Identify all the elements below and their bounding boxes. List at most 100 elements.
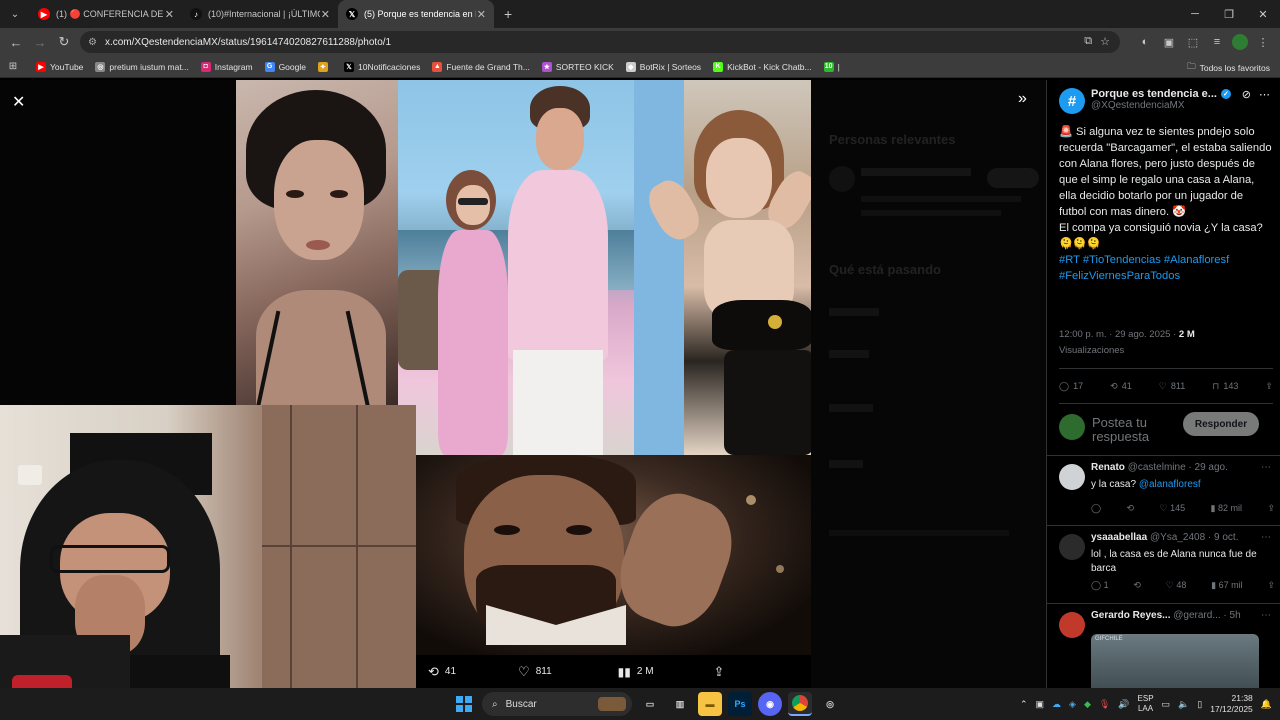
notification-bell-icon[interactable]: 🔔 bbox=[1261, 699, 1272, 710]
author-handle[interactable]: @XQestendenciaMX bbox=[1091, 100, 1231, 111]
menu-kebab-icon[interactable]: ⋮ bbox=[1254, 36, 1272, 49]
more-options-icon[interactable]: ⋯ bbox=[1261, 610, 1271, 621]
extensions-puzzle-icon[interactable]: ⬚ bbox=[1184, 36, 1202, 49]
clock[interactable]: 21:38 17/12/2025 bbox=[1210, 693, 1253, 715]
back-icon[interactable]: ← bbox=[4, 35, 28, 50]
more-options-icon[interactable]: ⋯ bbox=[1259, 88, 1270, 101]
reply-gif[interactable]: GIFCHILE bbox=[1091, 634, 1259, 688]
apps-grid-icon[interactable]: ⊞ bbox=[2, 61, 24, 72]
reload-icon[interactable]: ↻ bbox=[52, 34, 76, 50]
windows-start-icon[interactable] bbox=[452, 692, 476, 716]
reply-count-button[interactable]: ◯ 1 bbox=[1091, 580, 1109, 591]
like-button[interactable]: ♡ 811 bbox=[518, 664, 552, 680]
reply-count-button[interactable]: ◯ 17 bbox=[1059, 381, 1083, 392]
close-tab-icon[interactable]: ✕ bbox=[321, 8, 330, 21]
author-avatar[interactable]: # bbox=[1059, 88, 1085, 114]
volume-icon[interactable]: 🔊 bbox=[1118, 699, 1129, 710]
file-explorer-icon[interactable]: ▬ bbox=[698, 692, 722, 716]
chevron-up-icon[interactable]: ⌃ bbox=[1020, 699, 1028, 710]
avatar[interactable] bbox=[1059, 464, 1085, 490]
repost-count-button[interactable]: ⟲ 41 bbox=[1110, 381, 1132, 392]
bookmark-item[interactable]: ◎ pretium iustum mat... bbox=[95, 61, 189, 72]
repost-icon[interactable]: ⟲ bbox=[1127, 503, 1135, 514]
volume-icon[interactable]: 🔈 bbox=[1178, 699, 1189, 710]
discord-icon[interactable]: ◉ bbox=[758, 692, 782, 716]
bookmark-item[interactable]: G Google bbox=[264, 61, 306, 72]
forward-icon[interactable]: → bbox=[28, 35, 52, 50]
collapse-panel-icon[interactable]: » bbox=[1018, 90, 1027, 108]
like-count-button[interactable]: ♡ 48 bbox=[1166, 580, 1187, 591]
extension-icon[interactable]: ▣ bbox=[1160, 36, 1178, 49]
tab-tiktok[interactable]: ♪ (10)#Internacional | ¡ÚLTIMO M ✕ bbox=[182, 0, 338, 28]
tray-app-icon[interactable]: ◆ bbox=[1084, 699, 1091, 710]
more-options-icon[interactable]: ⋯ bbox=[1261, 462, 1271, 473]
reply-item[interactable]: ysaaabellaa @Ysa_2408 · 9 oct. ⋯ lol , l… bbox=[1047, 526, 1280, 604]
extension-icon[interactable]: ◐ bbox=[1136, 36, 1154, 48]
bookmark-item[interactable]: K KickBot - Kick Chatb... bbox=[713, 61, 812, 72]
like-count-button[interactable]: ♡ 811 bbox=[1159, 381, 1185, 392]
taskbar-search[interactable]: ⌕ Buscar bbox=[482, 692, 632, 716]
address-bar[interactable]: ⚙ x.com/XQestendenciaMX/status/196147402… bbox=[80, 31, 1120, 53]
widget-icon[interactable]: ▥ bbox=[668, 692, 692, 716]
close-tab-icon[interactable]: ✕ bbox=[165, 8, 174, 21]
reply-icon[interactable]: ◯ bbox=[1091, 503, 1101, 514]
views-button[interactable]: ▮▮ 2 M bbox=[618, 665, 654, 679]
like-count-button[interactable]: ♡ 145 bbox=[1160, 503, 1186, 514]
reply-item[interactable]: Gerardo Reyes... @gerard... · 5h ⋯ GIFCH… bbox=[1047, 604, 1280, 688]
bookmark-star-icon[interactable]: ☆ bbox=[1100, 35, 1110, 48]
minimize-icon[interactable]: ─ bbox=[1178, 0, 1212, 28]
bookmark-item[interactable]: ▲ Fuente de Grand Th... bbox=[432, 61, 530, 72]
new-tab-button[interactable]: + bbox=[504, 6, 512, 22]
obs-icon[interactable]: ◎ bbox=[818, 692, 842, 716]
site-info-icon[interactable]: ⚙ bbox=[88, 37, 97, 48]
close-photo-icon[interactable]: ✕ bbox=[12, 92, 25, 112]
install-app-icon[interactable]: ⧉ bbox=[1084, 35, 1092, 48]
microphone-icon[interactable]: 🎙 bbox=[1099, 699, 1110, 710]
all-bookmarks[interactable]: 🗀 Todos los favoritos bbox=[1187, 61, 1270, 75]
bookmark-item[interactable]: ✦ bbox=[317, 61, 332, 72]
battery-icon[interactable]: ▯ bbox=[1197, 699, 1202, 710]
restore-icon[interactable]: ❐ bbox=[1212, 0, 1246, 28]
share-button[interactable]: ⇪ bbox=[714, 664, 725, 680]
more-options-icon[interactable]: ⋯ bbox=[1261, 532, 1271, 543]
reply-item[interactable]: Renato @castelmine · 29 ago. ⋯ y la casa… bbox=[1047, 456, 1280, 526]
reading-list-icon[interactable]: ≡ bbox=[1208, 36, 1226, 48]
avatar[interactable] bbox=[1059, 534, 1085, 560]
grok-icon[interactable]: ⊘ bbox=[1242, 88, 1251, 101]
close-window-icon[interactable]: ✕ bbox=[1246, 0, 1280, 28]
share-icon[interactable]: ⇪ bbox=[1267, 580, 1275, 591]
network-icon[interactable]: ▭ bbox=[1162, 699, 1171, 710]
bookmark-item[interactable]: 10 | bbox=[823, 61, 840, 72]
share-button[interactable]: ⇪ bbox=[1265, 381, 1273, 392]
photoshop-icon[interactable]: Ps bbox=[728, 692, 752, 716]
author-name[interactable]: Porque es tendencia e... bbox=[1091, 88, 1217, 100]
views-count[interactable]: ▮ 67 mil bbox=[1211, 580, 1242, 591]
views-count[interactable]: ▮ 82 mil bbox=[1211, 503, 1242, 514]
bookmark-item[interactable]: ▶ YouTube bbox=[36, 61, 83, 72]
avatar[interactable] bbox=[1059, 612, 1085, 638]
chrome-icon[interactable] bbox=[788, 692, 812, 716]
close-tab-icon[interactable]: ✕ bbox=[477, 8, 486, 21]
tweet-author[interactable]: # Porque es tendencia e... ✓ @XQestendenc… bbox=[1059, 88, 1231, 114]
tray-app-icon[interactable]: ☁ bbox=[1052, 699, 1061, 710]
reply-input[interactable]: Postea tu respuesta bbox=[1092, 416, 1172, 444]
repost-button[interactable]: ⟲ 41 bbox=[428, 664, 456, 680]
share-icon[interactable]: ⇪ bbox=[1267, 503, 1275, 514]
bookmark-item[interactable]: ★ SORTEO KICK bbox=[541, 61, 614, 72]
hashtags[interactable]: #RT #TioTendencias #Alanafloresf #FelizV… bbox=[1059, 252, 1273, 284]
bookmark-item[interactable]: 𝕏 10Notificaciones bbox=[343, 61, 420, 72]
profile-avatar[interactable] bbox=[1232, 34, 1248, 50]
tab-youtube[interactable]: ▶ (1) 🔴 CONFERENCIA DE TRUM ✕ bbox=[30, 0, 182, 28]
task-view-icon[interactable]: ▭ bbox=[638, 692, 662, 716]
repost-icon[interactable]: ⟲ bbox=[1133, 580, 1141, 591]
tab-search-button[interactable]: ⌄ bbox=[4, 4, 26, 24]
url-text[interactable]: x.com/XQestendenciaMX/status/19614740208… bbox=[105, 37, 391, 48]
tab-x-post[interactable]: 𝕏 (5) Porque es tendencia en Méx ✕ bbox=[338, 0, 494, 28]
tray-app-icon[interactable]: ▣ bbox=[1036, 699, 1045, 710]
language-indicator[interactable]: ESP LAA bbox=[1138, 694, 1154, 714]
bookmark-item[interactable]: ◘ Instagram bbox=[200, 61, 253, 72]
tray-app-icon[interactable]: ◈ bbox=[1069, 699, 1076, 710]
reply-button[interactable]: Responder bbox=[1183, 412, 1259, 436]
bookmark-count-button[interactable]: ⊓ 143 bbox=[1212, 381, 1238, 392]
bookmark-item[interactable]: ◆ BotRix | Sorteos bbox=[625, 61, 701, 72]
